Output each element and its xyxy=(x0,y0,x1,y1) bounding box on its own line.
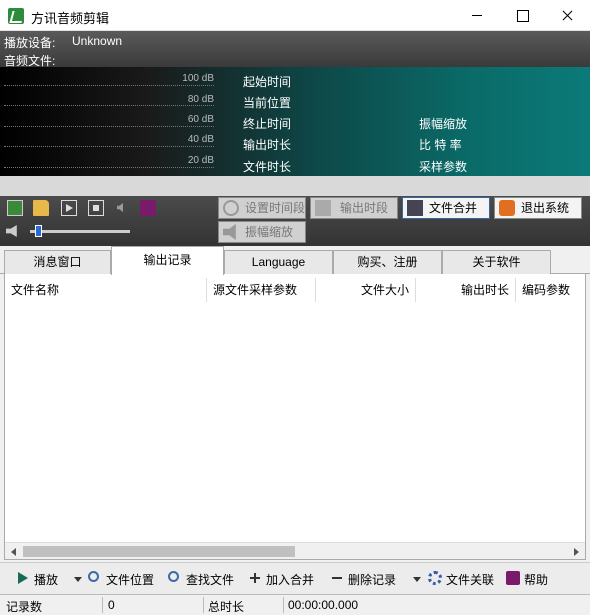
find-file-button[interactable]: 查找文件 xyxy=(168,571,234,588)
current-position-label: 当前位置 xyxy=(243,96,292,110)
bitrate-label: 比 特 率 xyxy=(419,138,462,152)
magnifier-icon xyxy=(88,571,99,582)
records-count-value: 0 xyxy=(108,598,115,612)
help-button[interactable]: 帮助 xyxy=(506,571,548,588)
file-association-button[interactable]: 文件关联 xyxy=(428,571,494,588)
tab-about[interactable]: 关于软件 xyxy=(442,250,551,274)
stop-icon[interactable] xyxy=(88,200,104,216)
delete-dropdown-chevron-icon[interactable] xyxy=(413,577,421,582)
status-divider xyxy=(283,597,284,613)
db-label-100: 100 dB xyxy=(182,73,214,84)
bottom-toolbar: 播放 文件位置 查找文件 加入合并 删除记录 文件关联 帮助 xyxy=(0,562,590,594)
plus-icon xyxy=(248,571,262,585)
horizontal-scrollbar[interactable] xyxy=(5,542,585,559)
output-duration-label: 输出时长 xyxy=(243,138,292,152)
scrollbar-thumb[interactable] xyxy=(23,546,295,557)
column-header-file-name[interactable]: 文件名称 xyxy=(5,278,207,302)
volume-slider-thumb[interactable] xyxy=(34,225,42,237)
start-time-label: 起始时间 xyxy=(243,75,292,89)
sample-params-label: 采样参数 xyxy=(419,160,468,174)
disk-icon xyxy=(315,200,331,216)
device-value: Unknown xyxy=(72,34,123,48)
total-duration-label: 总时长 xyxy=(208,600,245,614)
play-dropdown-chevron-icon[interactable] xyxy=(74,577,82,582)
db-label-60: 60 dB xyxy=(187,114,214,125)
status-divider xyxy=(102,597,103,613)
volume-icon xyxy=(223,224,236,240)
info-strip: 播放设备: Unknown 音频文件: xyxy=(0,31,590,68)
search-icon xyxy=(168,571,179,582)
waveform-strip xyxy=(0,176,590,196)
add-merge-button[interactable]: 加入合并 xyxy=(248,571,314,588)
db-gridline xyxy=(4,146,214,147)
db-label-40: 40 dB xyxy=(187,134,214,145)
db-gridline xyxy=(4,126,214,127)
output-segment-button[interactable]: 输出时段 xyxy=(310,197,398,219)
help-book-icon xyxy=(506,571,520,585)
set-segment-button[interactable]: 设置时间段 xyxy=(218,197,306,219)
amplitude-label: 振幅缩放 xyxy=(419,117,468,131)
play-icon[interactable] xyxy=(61,200,77,216)
amplitude-scale-button[interactable]: 振幅缩放 xyxy=(218,221,306,243)
exit-icon xyxy=(499,200,515,216)
title-bar: 方讯音频剪辑 xyxy=(0,0,590,31)
status-bar: 记录数 0 总时长 00:00:00.000 xyxy=(0,594,590,615)
db-gridline xyxy=(4,105,214,106)
column-header-file-size[interactable]: 文件大小 xyxy=(316,278,416,302)
exit-system-button[interactable]: 退出系统 xyxy=(494,197,582,219)
minus-icon xyxy=(330,571,344,585)
file-duration-label: 文件时长 xyxy=(243,160,292,174)
speaker-icon[interactable] xyxy=(117,200,125,216)
status-divider xyxy=(203,597,204,613)
device-label: 播放设备: xyxy=(4,36,56,50)
open-folder-icon[interactable] xyxy=(33,200,49,216)
play-icon xyxy=(16,571,30,585)
tab-purchase-register[interactable]: 购买、注册 xyxy=(333,250,442,274)
end-time-label: 终止时间 xyxy=(243,117,292,131)
file-label: 音频文件: xyxy=(4,54,56,68)
minimize-button[interactable] xyxy=(455,0,500,31)
device-row: 播放设备: Unknown xyxy=(4,34,122,51)
tab-strip: 消息窗口 输出记录 Language 购买、注册 关于软件 xyxy=(0,246,590,275)
app-icon xyxy=(8,8,24,24)
column-header-source-sample-params[interactable]: 源文件采样参数 xyxy=(207,278,316,302)
play-button[interactable]: 播放 xyxy=(16,571,58,588)
file-merge-button[interactable]: 文件合并 xyxy=(402,197,490,219)
db-gridline xyxy=(4,167,214,168)
volume-icon xyxy=(6,225,17,237)
clock-icon xyxy=(223,200,239,216)
scroll-right-arrow-icon[interactable] xyxy=(574,548,579,556)
db-label-80: 80 dB xyxy=(187,94,214,105)
tab-output-records[interactable]: 输出记录 xyxy=(111,246,224,275)
db-gridline xyxy=(4,85,214,86)
close-button[interactable] xyxy=(545,0,590,31)
scroll-left-arrow-icon[interactable] xyxy=(11,548,16,556)
column-header-encoding-params[interactable]: 编码参数 xyxy=(516,278,586,302)
output-records-list[interactable]: 文件名称 源文件采样参数 文件大小 输出时长 编码参数 xyxy=(4,274,586,560)
merge-icon xyxy=(407,200,423,216)
level-meter-panel: 100 dB 80 dB 60 dB 40 dB 20 dB 起始时间 当前位置… xyxy=(0,67,590,176)
book-icon[interactable] xyxy=(140,200,156,216)
maximize-button[interactable] xyxy=(500,0,545,31)
toolbar: 设置时间段 输出时段 文件合并 退出系统 振幅缩放 xyxy=(0,176,590,246)
volume-slider-track[interactable] xyxy=(30,230,130,233)
tab-language[interactable]: Language xyxy=(224,250,333,274)
records-count-label: 记录数 xyxy=(6,600,43,614)
column-header-output-duration[interactable]: 输出时长 xyxy=(416,278,516,302)
sound-card-icon[interactable] xyxy=(7,200,23,216)
file-location-button[interactable]: 文件位置 xyxy=(88,571,154,588)
total-duration-value: 00:00:00.000 xyxy=(288,598,359,612)
tab-messages[interactable]: 消息窗口 xyxy=(4,250,111,274)
window-title: 方讯音频剪辑 xyxy=(31,11,110,26)
db-label-20: 20 dB xyxy=(187,155,214,166)
gear-icon xyxy=(428,571,442,585)
delete-record-button[interactable]: 删除记录 xyxy=(330,571,396,588)
